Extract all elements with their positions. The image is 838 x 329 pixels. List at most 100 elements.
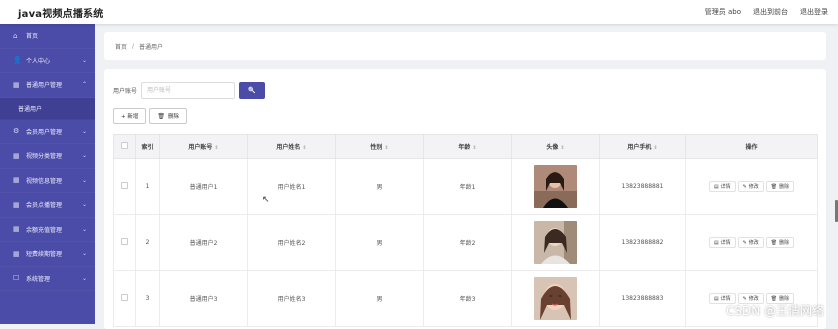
row-checkbox[interactable] [121,238,128,245]
search-button[interactable]: 🔍 [239,82,265,99]
grid-icon: ▦ [13,250,22,258]
chevron-icon: ⌄ [82,177,87,184]
home-icon: ⌂ [13,32,22,40]
column-header[interactable]: 索引 [136,135,160,159]
logout-link[interactable]: 退出登录 [800,7,828,17]
sidebar-item-label: 视频分类管理 [26,151,82,160]
column-header[interactable]: 用户账号⇕ [160,135,248,159]
search-label: 用户账号 [113,86,137,95]
table-row: 3普通用户3用户姓名3男年龄313823888883▤详情✎修改🗑删除 [114,271,818,327]
pencil-icon: ✎ [743,184,747,190]
sidebar-item-4[interactable]: ⚙会员用户管理⌄ [0,120,95,145]
back-frontend-link[interactable]: 退出到前台 [753,7,788,17]
grid-icon: ▦ [13,225,22,233]
sidebar-item-8[interactable]: ▦余额充值管理⌄ [0,218,95,243]
search-input[interactable] [141,82,235,99]
user-table: 索引用户账号⇕用户姓名⇕性别⇕年龄⇕头像⇕用户手机⇕操作 1普通用户1用户姓名1… [113,134,818,327]
table-header-row: 索引用户账号⇕用户姓名⇕性别⇕年龄⇕头像⇕用户手机⇕操作 [114,135,818,159]
table-row: 1普通用户1用户姓名1男年龄113823888881▤详情✎修改🗑删除 [114,159,818,215]
trash-icon: 🗑 [157,113,165,120]
edit-button[interactable]: ✎修改 [738,181,764,192]
sort-icon[interactable]: ⇕ [384,145,388,151]
column-header[interactable]: 用户手机⇕ [600,135,686,159]
trash-icon: 🗑 [771,240,777,246]
action-row: + 新增 🗑 删除 [113,108,817,124]
sidebar-item-label: 个人中心 [26,56,82,65]
delete-button[interactable]: 🗑删除 [766,181,794,192]
cell-gender: 男 [336,159,424,215]
column-header[interactable]: 头像⇕ [512,135,600,159]
sidebar-item-9[interactable]: ▦短费续期管理⌄ [0,242,95,267]
sidebar-item-10[interactable]: ☐系统管理⌄ [0,267,95,292]
sidebar-item-5[interactable]: ▦ 视频分类管理⌄ [0,144,95,169]
sidebar-item-label: 余额充值管理 [26,225,82,234]
row-checkbox[interactable] [121,182,128,189]
sidebar-item-0[interactable]: ⌂首页 [0,24,95,49]
edit-button[interactable]: ✎修改 [738,237,764,248]
chevron-icon: ⌄ [82,152,87,159]
sort-icon[interactable]: ⇕ [560,145,564,151]
cell-name: 用户姓名2 [248,215,336,271]
row-checkbox-cell[interactable] [114,159,136,215]
cell-age: 年龄1 [424,159,512,215]
cell-account: 普通用户1 [160,159,248,215]
cell-gender: 男 [336,215,424,271]
cell-avatar [512,271,600,327]
row-checkbox-cell[interactable] [114,215,136,271]
cell-index: 1 [136,159,160,215]
cell-operations: ▤详情✎修改🗑删除 [686,159,818,215]
sort-icon[interactable]: ⇕ [653,145,657,151]
sidebar-item-7[interactable]: ▦会员点播管理⌄ [0,193,95,218]
avatar [534,277,577,320]
edit-label: 修改 [749,239,759,246]
detail-button[interactable]: ▤详情 [709,181,736,192]
trash-icon: 🗑 [771,296,777,302]
cell-avatar [512,159,600,215]
add-button[interactable]: + 新增 [113,108,146,124]
document-icon: ▤ [714,184,719,190]
cell-index: 3 [136,271,160,327]
sidebar-item-label: 短费续期管理 [26,249,82,258]
document-icon: ▤ [714,240,719,246]
breadcrumb-home[interactable]: 首页 [115,42,127,51]
column-header-label: 索引 [141,144,153,151]
column-header-label: 年龄 [458,144,470,151]
content-card: 用户账号 🔍 + 新增 🗑 删除 索引用户账号⇕用户姓名⇕性别⇕年龄⇕头像⇕用户… [104,69,826,329]
column-header[interactable]: 性别⇕ [336,135,424,159]
delete-label: 删除 [779,295,789,302]
sidebar-item-label: 会员点播管理 [26,200,82,209]
column-header[interactable]: 操作 [686,135,818,159]
cell-phone: 13823888881 [600,159,686,215]
batch-delete-button[interactable]: 🗑 删除 [149,108,187,124]
table-row: 2普通用户2用户姓名2男年龄213823888882▤详情✎修改🗑删除 [114,215,818,271]
cell-gender: 男 [336,271,424,327]
grid-icon: ▦ [13,152,22,160]
detail-label: 详情 [721,239,731,246]
main-content: 首页 / 普通用户 用户账号 🔍 + 新增 🗑 删除 [104,32,826,329]
column-header-label: 用户账号 [188,144,212,151]
sidebar-subitem-3[interactable]: 普通用户 [0,98,95,120]
sort-icon[interactable]: ⇕ [472,145,476,151]
delete-label: 删除 [779,183,789,190]
sort-icon[interactable]: ⇕ [302,145,306,151]
column-header-label: 操作 [745,144,757,151]
sidebar-item-2[interactable]: ▦普通用户管理⌃ [0,73,95,98]
sidebar-item-label: 系统管理 [26,274,82,283]
select-all-checkbox[interactable] [121,142,128,149]
chevron-icon: ⌄ [82,275,87,282]
cell-account: 普通用户2 [160,215,248,271]
document-icon: ▤ [714,296,719,302]
detail-button[interactable]: ▤详情 [709,237,736,248]
sidebar-item-1[interactable]: 👤个人中心⌄ [0,49,95,74]
sidebar-item-label: 普通用户管理 [26,80,82,89]
delete-button[interactable]: 🗑删除 [766,237,794,248]
row-checkbox-cell[interactable] [114,271,136,327]
row-checkbox[interactable] [121,294,128,301]
trash-icon: 🗑 [771,184,777,190]
column-header[interactable]: 年龄⇕ [424,135,512,159]
column-header[interactable]: 用户姓名⇕ [248,135,336,159]
sidebar-item-6[interactable]: ▦视频信息管理⌄ [0,169,95,194]
select-all-checkbox-cell[interactable] [114,135,136,159]
app-title: java视频点播系统 [18,5,103,20]
sort-icon[interactable]: ⇕ [214,145,218,151]
